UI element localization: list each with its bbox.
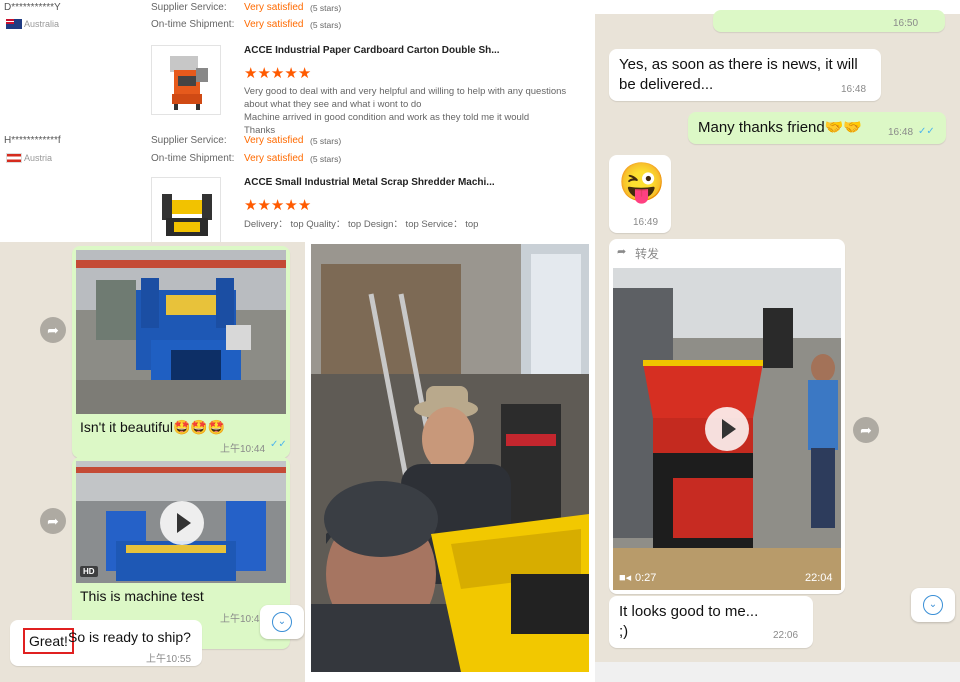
- ontime-shipment-value: Very satisfied: [244, 19, 304, 30]
- message-text: Yes, as soon as there is news, it will b…: [619, 56, 858, 93]
- product-title-link[interactable]: ACCE Industrial Paper Cardboard Carton D…: [244, 45, 500, 56]
- reviewer-name: D***********Y: [4, 2, 61, 13]
- blue-shredder-photo[interactable]: [76, 250, 286, 414]
- text-message-bubble[interactable]: It looks good to me... ;) 22:06: [609, 596, 813, 648]
- video-camera-icon: ■◂: [619, 572, 632, 584]
- message-text: It looks good to me... ;): [619, 603, 759, 640]
- supplier-service-stars: (5 stars): [310, 136, 342, 146]
- customer-photo: [311, 244, 589, 672]
- chat-panel-right: 16:50 Yes, as soon as there is news, it …: [595, 0, 960, 682]
- paper-shredder-image: [170, 56, 208, 110]
- message-text: So is ready to ship?: [68, 629, 191, 645]
- reviewer-country: Australia: [24, 19, 60, 29]
- emoji-message-bubble[interactable]: 😜 16:49: [609, 155, 671, 233]
- reviewer-country: Austria: [24, 153, 53, 163]
- message-time: 22:06: [773, 630, 799, 641]
- chevron-down-icon: ⌄: [923, 595, 943, 615]
- message-time: 16:50: [893, 18, 919, 29]
- supplier-service-value: Very satisfied: [244, 2, 304, 13]
- highlighted-text-box: Great!: [23, 628, 74, 654]
- star-icon: ★: [257, 197, 271, 214]
- metal-shredder-image: [162, 194, 212, 236]
- chat-panel-left: ➦ Isn't it beautiful🤩🤩🤩 上午10:44 ✓✓ ➦ HD …: [0, 242, 305, 682]
- forward-icon[interactable]: ➦: [853, 417, 879, 443]
- input-bar[interactable]: [595, 662, 960, 682]
- hd-badge: HD: [80, 566, 98, 577]
- message-time: 上午10:45: [220, 614, 266, 625]
- star-icon: ★: [297, 197, 312, 214]
- forwarded-label: 转发: [635, 247, 660, 261]
- australia-flag-icon: [6, 19, 22, 29]
- message-time: 16:48: [841, 84, 867, 95]
- text-message-bubble[interactable]: Great! So is ready to ship? 上午10:55: [10, 620, 202, 666]
- austria-flag-icon: [6, 153, 22, 163]
- supplier-service-value: Very satisfied: [244, 135, 304, 146]
- play-icon[interactable]: [705, 407, 749, 451]
- product-thumbnail[interactable]: [151, 45, 221, 115]
- star-icon: ★: [270, 65, 285, 82]
- review-text: Delivery： top Quality： top Design： top S…: [244, 219, 479, 230]
- star-icon: ★: [244, 197, 258, 214]
- read-receipt-icon: ✓✓: [270, 439, 287, 450]
- reviews-panel: D***********Y Australia Supplier Service…: [0, 0, 595, 242]
- forwarded-video-bubble[interactable]: ➦ 转发 ■◂ 0:27 22:04: [609, 239, 845, 594]
- partial-message-bubble[interactable]: 16:50: [713, 10, 945, 32]
- read-receipt-icon: ✓✓: [918, 126, 935, 137]
- rating-stars: ★★★★★: [244, 196, 311, 214]
- ontime-shipment-label: On-time Shipment:: [151, 153, 235, 164]
- reviewer-name: H************f: [4, 135, 61, 146]
- winking-face-icon: 😜: [618, 162, 666, 204]
- star-icon: ★: [284, 197, 298, 214]
- supplier-service-label: Supplier Service:: [151, 135, 227, 146]
- video-duration: 0:27: [635, 572, 657, 584]
- review-text: Very good to deal with and very helpful …: [244, 86, 567, 136]
- message-time: 22:04: [805, 572, 833, 584]
- message-text: This is machine test: [80, 588, 204, 604]
- ontime-shipment-stars: (5 stars): [310, 20, 342, 30]
- product-thumbnail[interactable]: [151, 177, 221, 242]
- ontime-shipment-stars: (5 stars): [310, 154, 342, 164]
- forward-icon[interactable]: ➦: [40, 317, 66, 343]
- message-time: 16:49: [633, 217, 659, 228]
- star-icon: ★: [297, 65, 312, 82]
- scroll-down-button[interactable]: ⌄: [911, 588, 955, 622]
- rating-stars: ★★★★★: [244, 64, 311, 82]
- play-icon[interactable]: [160, 501, 204, 545]
- product-title-link[interactable]: ACCE Small Industrial Metal Scrap Shredd…: [244, 177, 495, 188]
- star-icon: ★: [244, 65, 258, 82]
- scroll-down-button[interactable]: ⌄: [260, 605, 304, 639]
- message-time: 16:48: [888, 127, 914, 138]
- ontime-shipment-label: On-time Shipment:: [151, 19, 235, 30]
- chevron-down-icon: ⌄: [272, 612, 292, 632]
- text-message-bubble[interactable]: Yes, as soon as there is news, it will b…: [609, 49, 881, 101]
- ontime-shipment-value: Very satisfied: [244, 153, 304, 164]
- message-time: 上午10:44: [220, 444, 266, 455]
- forwarded-icon: ➦: [617, 246, 627, 258]
- message-text: Isn't it beautiful🤩🤩🤩: [80, 419, 226, 435]
- message-time: 上午10:55: [146, 654, 192, 665]
- star-icon: ★: [257, 65, 271, 82]
- message-text: Many thanks friend🤝🤝: [698, 119, 863, 136]
- star-icon: ★: [284, 65, 298, 82]
- forward-icon[interactable]: ➦: [40, 508, 66, 534]
- supplier-service-label: Supplier Service:: [151, 2, 227, 13]
- image-message-bubble[interactable]: Isn't it beautiful🤩🤩🤩 上午10:44 ✓✓: [72, 246, 290, 458]
- star-icon: ★: [270, 197, 285, 214]
- text-message-bubble[interactable]: Many thanks friend🤝🤝 16:48 ✓✓: [688, 112, 946, 144]
- supplier-service-stars: (5 stars): [310, 3, 342, 13]
